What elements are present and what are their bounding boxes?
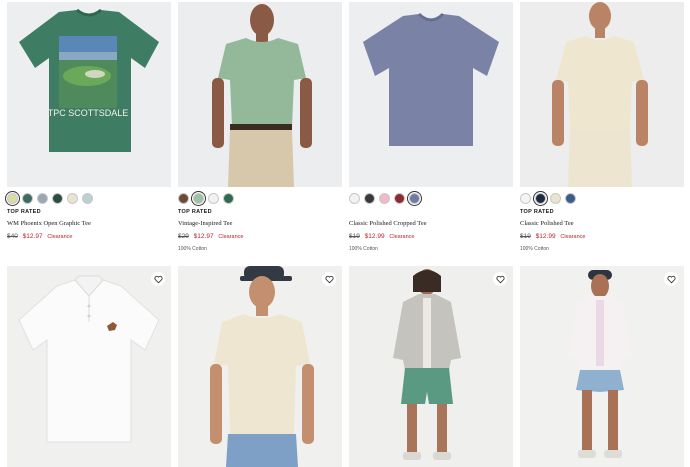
price: $19 $12.99 Clearance — [349, 233, 513, 242]
product-name[interactable]: Vintage-Inspired Tee — [178, 220, 342, 228]
color-swatch[interactable] — [223, 193, 234, 204]
material-info: 100% Cotton — [178, 246, 207, 252]
model-grey-hoodie-image — [349, 266, 513, 467]
wishlist-button[interactable] — [493, 272, 507, 286]
clearance-label: Clearance — [560, 234, 586, 240]
product-name[interactable]: WM Phoenix Open Graphic Tee — [7, 220, 171, 228]
color-swatch[interactable] — [565, 193, 576, 204]
product-image[interactable] — [349, 2, 513, 187]
green-graphic-tee-image: TPC SCOTTSDALE — [19, 8, 159, 152]
color-swatch[interactable] — [394, 193, 405, 204]
sale-price: $12.99 — [364, 233, 385, 240]
original-price: $19 — [520, 233, 531, 240]
heart-outline-icon — [324, 275, 334, 283]
color-swatches — [178, 193, 342, 205]
wishlist-button[interactable] — [151, 272, 165, 286]
color-swatch[interactable] — [349, 193, 360, 204]
sale-price: $12.97 — [22, 233, 43, 240]
heart-outline-icon — [495, 275, 505, 283]
product-image[interactable] — [178, 266, 342, 467]
clearance-label: Clearance — [47, 234, 73, 240]
product-card[interactable]: TOP RATED Vintage-Inspired Tee $29 $12.9… — [178, 2, 342, 253]
material-info: 100% Cotton — [520, 246, 549, 252]
model-cream-tee-image — [520, 2, 684, 187]
graphic-text: TPC SCOTTSDALE — [48, 108, 129, 118]
heart-outline-icon — [153, 275, 163, 283]
original-price: $29 — [178, 233, 189, 240]
color-swatch[interactable] — [550, 193, 561, 204]
blue-tee-image — [363, 12, 499, 146]
heart-outline-icon — [666, 275, 676, 283]
price: $29 $12.97 Clearance — [178, 233, 342, 242]
sale-price: $12.97 — [193, 233, 214, 240]
white-polo-image — [18, 275, 160, 443]
product-image[interactable] — [178, 2, 342, 187]
color-swatch[interactable] — [37, 193, 48, 204]
color-swatch[interactable] — [520, 193, 531, 204]
product-name[interactable]: Classic Polished Cropped Tee — [349, 220, 513, 228]
top-rated-badge: TOP RATED — [7, 209, 41, 215]
material-info: 100% Cotton — [349, 246, 378, 252]
product-card[interactable] — [178, 266, 342, 467]
sale-price: $12.99 — [535, 233, 556, 240]
clearance-label: Clearance — [389, 234, 415, 240]
top-rated-badge — [349, 209, 513, 216]
product-card[interactable]: TPC SCOTTSDALE TOP RATED WM Phoenix Open… — [7, 2, 171, 242]
product-card[interactable]: Classic Polished Cropped Tee $19 $12.99 … — [349, 2, 513, 253]
color-swatch[interactable] — [409, 193, 420, 204]
wishlist-button[interactable] — [322, 272, 336, 286]
color-swatch[interactable] — [52, 193, 63, 204]
color-swatch[interactable] — [193, 193, 204, 204]
color-swatch[interactable] — [178, 193, 189, 204]
product-card[interactable]: TOP RATED Classic Polished Tee $19 $12.9… — [520, 2, 684, 253]
model-oxford-shirt-image — [520, 266, 684, 467]
top-rated-badge: TOP RATED — [520, 209, 554, 215]
original-price: $19 — [349, 233, 360, 240]
color-swatches — [349, 193, 513, 205]
product-card[interactable] — [7, 266, 171, 467]
color-swatch[interactable] — [379, 193, 390, 204]
color-swatch[interactable] — [208, 193, 219, 204]
clearance-label: Clearance — [218, 234, 244, 240]
color-swatch[interactable] — [67, 193, 78, 204]
color-swatches — [7, 193, 171, 205]
model-cream-tee-denim-image — [178, 266, 342, 467]
original-price: $40 — [7, 233, 18, 240]
product-image[interactable] — [520, 266, 684, 467]
wishlist-button[interactable] — [664, 272, 678, 286]
product-image[interactable] — [520, 2, 684, 187]
product-image[interactable] — [349, 266, 513, 467]
model-sage-tee-image — [178, 2, 342, 187]
color-swatch[interactable] — [82, 193, 93, 204]
color-swatch[interactable] — [535, 193, 546, 204]
product-image[interactable]: TPC SCOTTSDALE — [7, 2, 171, 187]
product-card[interactable] — [349, 266, 513, 467]
price: $40 $12.97 Clearance — [7, 233, 171, 242]
product-card[interactable] — [520, 266, 684, 467]
top-rated-badge: TOP RATED — [178, 209, 212, 215]
product-image[interactable] — [7, 266, 171, 467]
price: $19 $12.99 Clearance — [520, 233, 684, 242]
color-swatch[interactable] — [364, 193, 375, 204]
color-swatch[interactable] — [22, 193, 33, 204]
color-swatches — [520, 193, 684, 205]
color-swatch[interactable] — [7, 193, 18, 204]
product-name[interactable]: Classic Polished Tee — [520, 220, 684, 228]
